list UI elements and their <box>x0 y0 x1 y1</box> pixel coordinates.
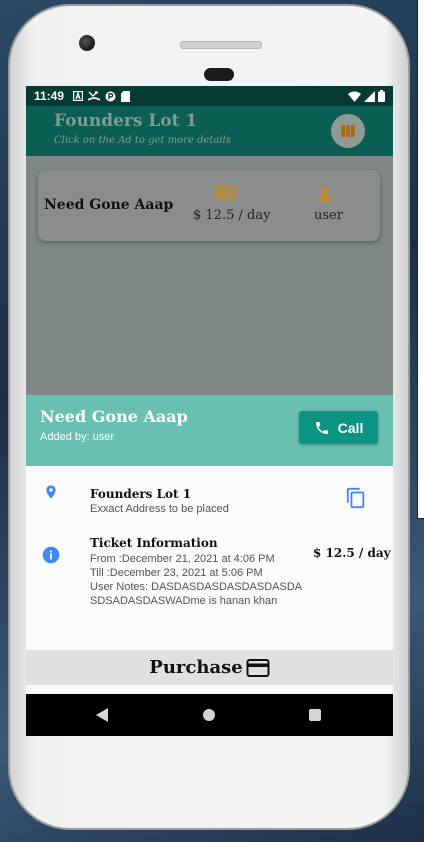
call-button[interactable]: Call <box>299 411 378 444</box>
app-bar: Founders Lot 1 Click on the Ad to get mo… <box>26 106 393 156</box>
ticket-price: $ 12.5 / day <box>313 546 391 560</box>
front-camera <box>79 35 95 51</box>
top-speaker-grille <box>180 41 262 49</box>
status-time: 11:49 <box>34 89 65 103</box>
map-icon <box>341 124 355 138</box>
sheet-added-by: Added by: user <box>40 431 114 443</box>
location-title: Founders Lot 1 <box>90 487 192 501</box>
battery-icon <box>378 90 385 102</box>
location-pin-icon <box>46 485 56 499</box>
back-icon[interactable] <box>96 708 108 722</box>
p-circle-icon <box>105 91 116 101</box>
purchase-label: Purchase <box>149 657 243 678</box>
copy-address-button[interactable] <box>345 487 367 514</box>
credit-card-icon <box>246 658 270 677</box>
map-button[interactable] <box>331 114 365 148</box>
ticket-details: From :December 21, 2021 at 4:06 PM Till … <box>90 552 305 608</box>
status-bar: 11:49 <box>26 86 393 106</box>
recent-apps-icon[interactable] <box>309 709 321 721</box>
phone-icon <box>315 421 328 434</box>
wifi-icon <box>348 91 361 102</box>
a-square-icon <box>73 91 84 101</box>
ticket-info-title: Ticket Information <box>90 536 218 550</box>
earpiece <box>204 68 234 81</box>
copy-icon <box>346 487 365 509</box>
signal-icon <box>364 90 375 102</box>
call-button-label: Call <box>337 419 364 436</box>
app-bar-subtitle: Click on the Ad to get more details <box>54 135 231 146</box>
ad-card-name: Need Gone Aaap <box>44 197 174 213</box>
modal-scrim[interactable]: Need Gone Aaap $ 12.5 / day user <box>26 156 393 395</box>
android-nav-bar <box>26 694 393 736</box>
ad-card-price: $ 12.5 / day <box>193 208 271 223</box>
money-icon <box>216 186 236 200</box>
phone-screen: 11:49 Founders Lot 1 Click on the Ad to … <box>26 86 393 736</box>
ad-card[interactable]: Need Gone Aaap $ 12.5 / day user <box>38 170 380 241</box>
location-address: Exxact Address to be placed <box>90 503 229 515</box>
background-window-edge <box>417 0 424 519</box>
ad-card-user: user <box>314 208 343 223</box>
ticket-from: From :December 21, 2021 at 4:06 PM <box>90 553 275 565</box>
purchase-button[interactable]: Purchase <box>26 650 393 685</box>
ticket-notes: User Notes: DASDASDASDASDASDASDASDSADASD… <box>90 581 303 607</box>
ticket-till: Till :December 23, 2021 at 5:06 PM <box>90 567 263 579</box>
home-icon[interactable] <box>203 709 215 721</box>
missed-call-icon <box>88 91 101 101</box>
app-bar-title: Founders Lot 1 <box>54 111 198 131</box>
info-icon <box>42 546 60 564</box>
sd-card-icon <box>121 90 131 102</box>
bottom-sheet-header: Need Gone Aaap Added by: user Call <box>26 395 393 466</box>
sheet-title: Need Gone Aaap <box>40 407 188 426</box>
person-icon <box>318 187 332 201</box>
